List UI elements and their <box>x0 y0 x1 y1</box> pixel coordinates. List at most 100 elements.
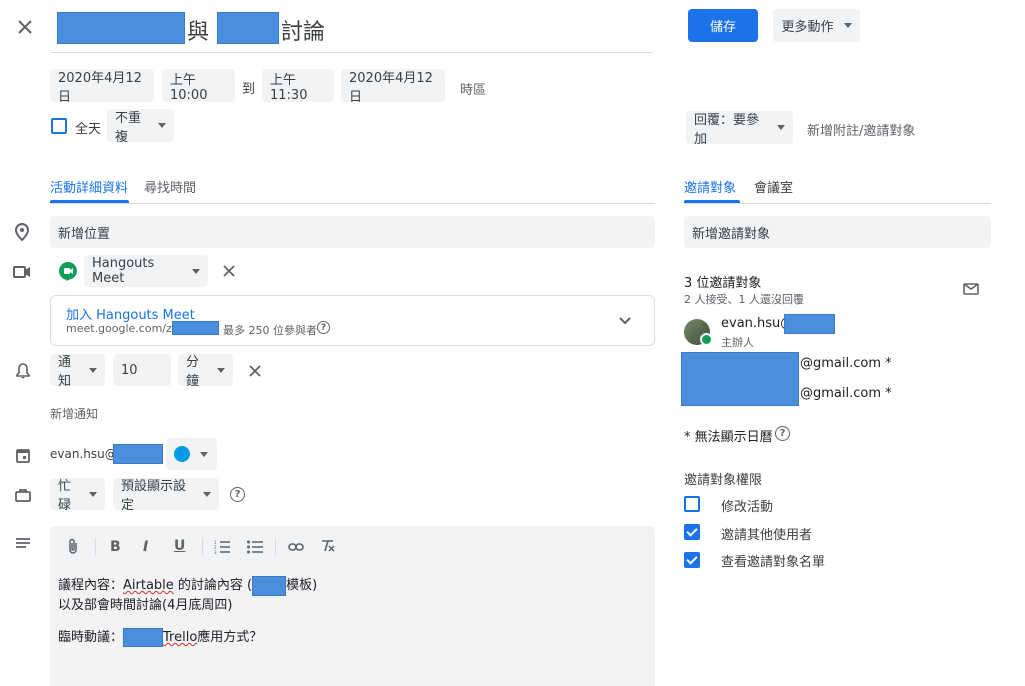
underline-icon[interactable]: U <box>174 538 185 554</box>
chevron-down-icon <box>158 123 166 128</box>
guest-3-email: @gmail.com * <box>800 386 892 401</box>
permission-modify-checkbox[interactable] <box>684 496 700 512</box>
save-button[interactable]: 儲存 <box>688 9 758 42</box>
busy-dropdown[interactable]: 忙碌 <box>50 478 105 513</box>
title-underline <box>50 52 653 53</box>
tab-guests[interactable]: 邀請對象 <box>684 177 736 196</box>
close-icon[interactable] <box>14 16 36 38</box>
agenda-prefix: 議程內容： <box>58 578 124 593</box>
motion-suffix: 應用方式？ <box>197 630 263 645</box>
calendar-owner: evan.hsu@ <box>50 447 117 461</box>
repeat-label: 不重複 <box>115 110 142 145</box>
bulleted-list-icon[interactable] <box>247 540 263 558</box>
attachment-icon[interactable] <box>68 538 78 558</box>
redacted-title-part <box>217 12 279 44</box>
location-pin-icon <box>12 222 32 242</box>
visibility-dropdown[interactable]: 預設顯示設定 <box>113 478 219 513</box>
redacted-title-part <box>57 12 185 44</box>
permission-view-list-checkbox[interactable] <box>684 552 700 568</box>
italic-icon[interactable]: I <box>143 539 148 555</box>
chevron-down-icon <box>89 491 97 497</box>
bold-icon[interactable]: B <box>110 539 121 555</box>
end-time-field[interactable]: 上午11:30 <box>262 69 334 103</box>
calendar-color-dot <box>174 446 190 462</box>
chevron-down-icon <box>843 23 852 28</box>
permission-invite-checkbox[interactable] <box>684 524 700 540</box>
redacted-guest-names <box>681 352 799 406</box>
link-icon[interactable] <box>288 541 304 556</box>
toolbar-separator <box>95 538 96 556</box>
help-icon[interactable]: ? <box>230 487 245 502</box>
remove-notification-icon[interactable] <box>246 362 264 380</box>
notification-type-dropdown[interactable]: 通知 <box>50 354 105 389</box>
expand-chevron-icon[interactable] <box>619 314 631 329</box>
meet-url: meet.google.com/zky <box>66 322 185 335</box>
start-time-field[interactable]: 上午10:00 <box>162 69 235 103</box>
redacted-meet-id <box>172 321 219 335</box>
description-line-1: 議程內容：Airtable 的討論內容 (模板) <box>58 574 317 596</box>
add-guest-input[interactable]: 新增邀請對象 <box>684 216 991 248</box>
guest-count: 3 位邀請對象 <box>684 276 762 291</box>
briefcase-icon <box>13 485 33 505</box>
notification-type: 通知 <box>58 355 72 389</box>
permission-modify-label: 修改活動 <box>721 500 774 515</box>
calendar-color-dropdown[interactable] <box>166 438 217 470</box>
clear-formatting-icon[interactable] <box>320 539 336 557</box>
more-actions-button[interactable]: 更多動作 <box>773 9 860 42</box>
description-editor[interactable]: B I U 123 議程內容：Airtable 的討論內容 (模板) 以及部會時… <box>50 526 655 686</box>
remove-conference-icon[interactable] <box>220 262 238 280</box>
permission-invite-label: 邀請其他使用者 <box>721 528 813 543</box>
help-icon[interactable]: ? <box>317 321 330 334</box>
conference-card[interactable]: 加入 Hangouts Meet meet.google.com/zky 最多 … <box>50 295 655 346</box>
tab-event-details[interactable]: 活動詳細資料 <box>50 177 128 196</box>
tabs-divider <box>684 203 991 204</box>
avatar <box>684 319 713 346</box>
motion-prefix: 臨時動議： <box>58 630 124 645</box>
tabs-divider <box>50 203 655 204</box>
rsvp-dropdown[interactable]: 回覆：要參加 <box>686 111 793 147</box>
redacted-owner-domain <box>113 444 163 464</box>
permissions-title: 邀請對象權限 <box>684 473 763 488</box>
chevron-down-icon <box>89 367 97 373</box>
notification-unit-dropdown[interactable]: 分鐘 <box>178 354 233 389</box>
calendar-unavailable-note: * 無法顯示日曆 <box>684 430 773 445</box>
calendar-icon <box>13 445 33 465</box>
repeat-dropdown[interactable]: 不重複 <box>107 109 174 145</box>
svg-text:3: 3 <box>214 550 217 554</box>
notification-amount-input[interactable]: 10 <box>113 354 171 386</box>
guest-summary: 2 人接受、1 人還沒回覆 <box>684 293 804 306</box>
email-guests-icon[interactable] <box>961 281 981 297</box>
chevron-down-icon <box>200 451 208 457</box>
tab-rooms[interactable]: 會議室 <box>754 177 793 196</box>
more-actions-label: 更多動作 <box>781 20 834 35</box>
end-date-field[interactable]: 2020年4月12日 <box>341 69 445 105</box>
tab-find-time[interactable]: 尋找時間 <box>144 177 196 196</box>
help-icon[interactable]: ? <box>775 426 790 441</box>
start-date-field[interactable]: 2020年4月12日 <box>50 69 154 105</box>
organizer-role: 主辦人 <box>721 336 754 349</box>
trello-word: Trello <box>163 630 198 645</box>
to-label: 到 <box>242 82 256 97</box>
numbered-list-icon[interactable]: 123 <box>214 540 230 558</box>
guest-2-email: @gmail.com * <box>800 356 892 371</box>
accepted-check-icon <box>700 333 713 346</box>
redacted-motion-subject <box>123 628 164 647</box>
location-input[interactable]: 新增位置 <box>50 216 655 248</box>
chevron-down-icon <box>217 367 225 373</box>
all-day-label: 全天 <box>75 122 102 137</box>
all-day-checkbox[interactable] <box>51 118 67 134</box>
redacted-template-name <box>252 575 287 596</box>
timezone-link[interactable]: 時區 <box>460 79 486 98</box>
notification-unit: 分鐘 <box>186 355 200 389</box>
chevron-down-icon <box>192 268 200 274</box>
redacted-organizer-domain <box>784 314 835 334</box>
description-line-3: 臨時動議： Trello應用方式？ <box>58 626 262 647</box>
add-notification-link[interactable]: 新增通知 <box>50 405 98 422</box>
organizer-email: evan.hsu@ <box>721 316 794 331</box>
airtable-word: Airtable <box>123 578 174 593</box>
chevron-down-icon <box>203 491 211 497</box>
toolbar-separator <box>202 538 203 556</box>
add-note-link[interactable]: 新增附註/邀請對象 <box>807 120 915 139</box>
visibility-label: 預設顯示設定 <box>121 479 187 513</box>
conference-dropdown[interactable]: Hangouts Meet <box>84 255 208 287</box>
